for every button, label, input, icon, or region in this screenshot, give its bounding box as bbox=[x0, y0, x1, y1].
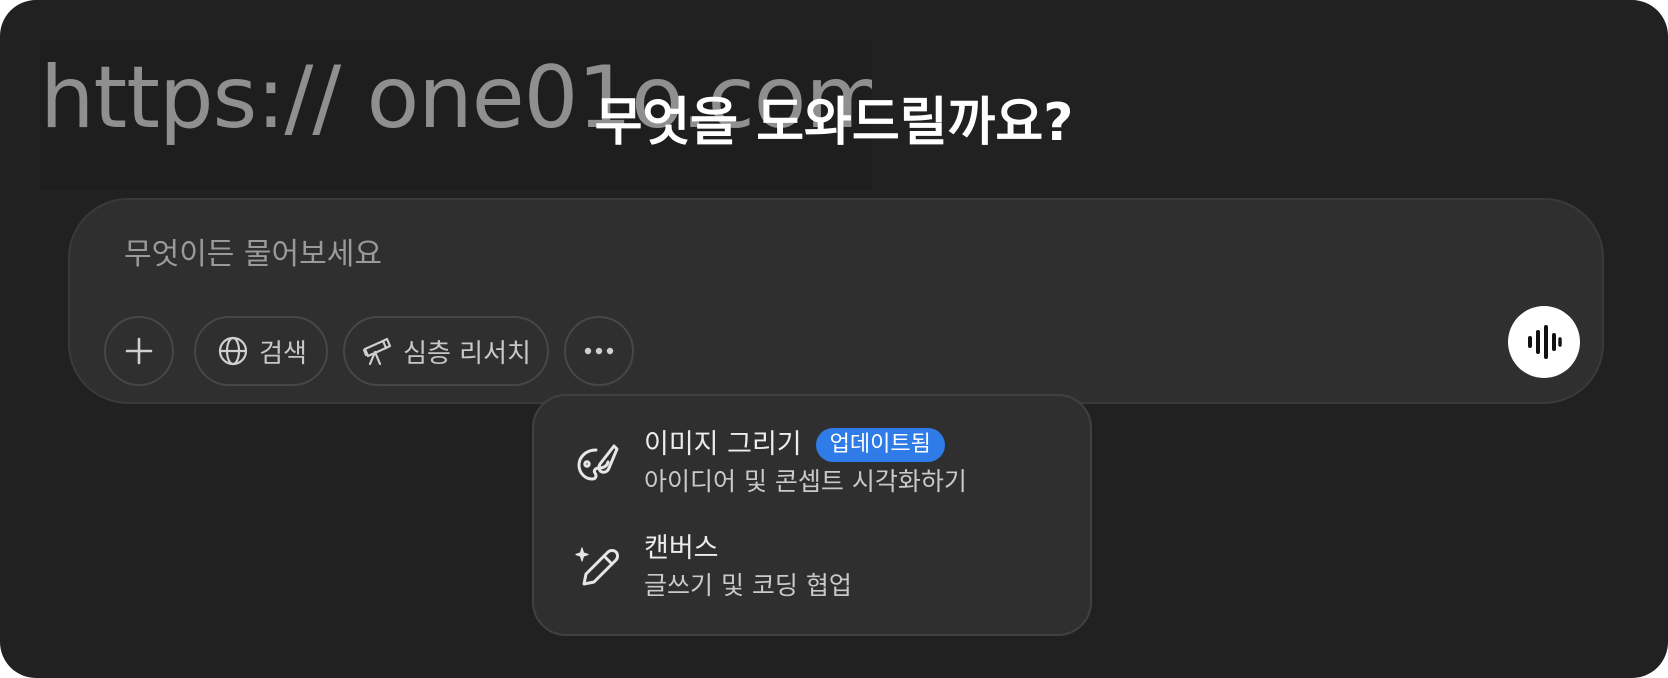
menu-item-canvas[interactable]: 캔버스 글쓰기 및 코딩 협업 bbox=[574, 530, 1014, 612]
telescope-icon bbox=[362, 337, 392, 366]
menu-item-image-generation[interactable]: 이미지 그리기 업데이트됨 아이디어 및 콘셉트 시각화하기 bbox=[574, 426, 1014, 508]
prompt-input[interactable]: 무엇이든 물어보세요 bbox=[124, 234, 382, 276]
ellipsis-icon bbox=[584, 347, 614, 355]
deep-research-button-label: 심층 리서치 bbox=[403, 338, 531, 369]
menu-item-title-text: 이미지 그리기 bbox=[644, 429, 802, 460]
page-title: 무엇을 도와드릴까요? bbox=[0, 88, 1668, 158]
more-tools-button[interactable] bbox=[564, 316, 634, 386]
menu-item-description: 글쓰기 및 코딩 협업 bbox=[644, 571, 852, 600]
menu-item-title: 캔버스 bbox=[644, 533, 719, 564]
app-window: https:// one01o.com 무엇을 도와드릴까요? 무엇이든 물어보… bbox=[0, 0, 1668, 678]
menu-item-description: 아이디어 및 콘셉트 시각화하기 bbox=[644, 467, 967, 496]
deep-research-button[interactable]: 심층 리서치 bbox=[343, 316, 549, 386]
sparkle-pen-icon bbox=[575, 547, 619, 586]
updated-badge: 업데이트됨 bbox=[815, 428, 945, 462]
voice-waveform-icon bbox=[1528, 325, 1562, 359]
search-button-label: 검색 bbox=[259, 338, 307, 369]
page-title-text: 무엇을 도와드릴까요? bbox=[594, 93, 1074, 153]
plus-icon bbox=[125, 337, 153, 365]
menu-item-title: 이미지 그리기 업데이트됨 bbox=[644, 426, 945, 464]
voice-mode-button[interactable] bbox=[1508, 306, 1580, 378]
add-attachment-button[interactable] bbox=[104, 316, 174, 386]
composer[interactable]: 무엇이든 물어보세요 검색 심층 리서치 bbox=[68, 198, 1604, 404]
tools-dropdown-menu: 이미지 그리기 업데이트됨 아이디어 및 콘셉트 시각화하기 캔버스 글쓰기 및 … bbox=[532, 394, 1092, 636]
globe-icon bbox=[218, 336, 248, 366]
search-button[interactable]: 검색 bbox=[194, 316, 328, 386]
palette-brush-icon bbox=[577, 444, 619, 481]
